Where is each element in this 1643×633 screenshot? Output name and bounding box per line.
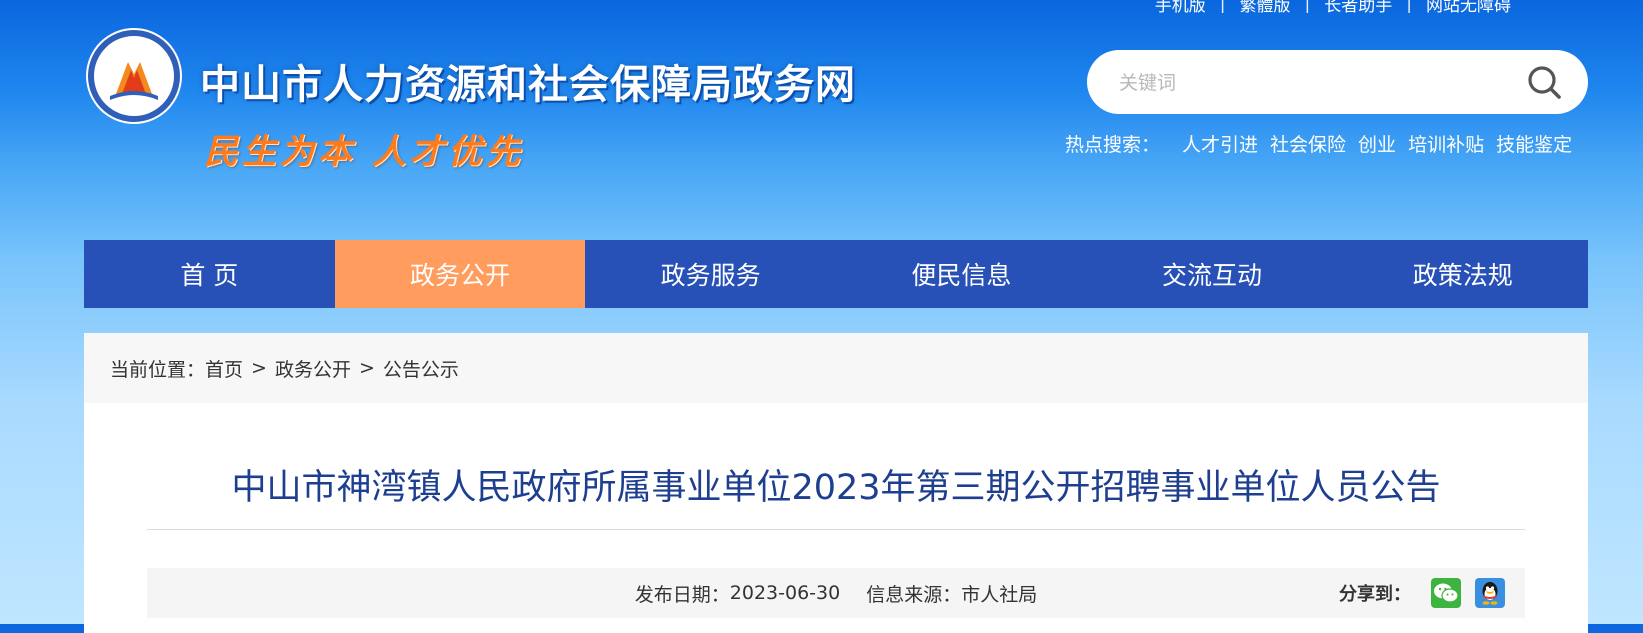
nav-item-gov-services[interactable]: 政务服务 <box>585 240 836 308</box>
site-logo[interactable] <box>84 26 184 126</box>
nav-item-public-info[interactable]: 便民信息 <box>836 240 1087 308</box>
search-input[interactable] <box>1117 50 1501 116</box>
content-panel: 当前位置： 首页 > 政务公开 > 公告公示 中山市神湾镇人民政府所属事业单位2… <box>84 333 1588 633</box>
publish-date-label: 发布日期： <box>634 583 730 606</box>
top-link-separator: | <box>1219 0 1226 14</box>
top-link-accessibility[interactable]: 网站无障碍 <box>1426 0 1511 16</box>
title-divider <box>147 529 1525 530</box>
top-links: 手机版 | 繁體版 | 长者助手 | 网站无障碍 <box>1155 0 1511 16</box>
site-title[interactable]: 中山市人力资源和社会保障局政务网 <box>200 52 856 110</box>
search-box <box>1087 50 1588 116</box>
nav-item-interaction[interactable]: 交流互动 <box>1087 240 1338 308</box>
breadcrumb: 当前位置： 首页 > 政务公开 > 公告公示 <box>84 333 1588 403</box>
breadcrumb-separator: > <box>358 357 375 379</box>
hot-search-item[interactable]: 培训补贴 <box>1408 130 1484 157</box>
hot-search-item[interactable]: 创业 <box>1358 130 1396 157</box>
search-icon[interactable] <box>1526 64 1562 100</box>
article-meta-bar: 发布日期： 2023-06-30 信息来源： 市人社局 分享到： <box>147 568 1525 618</box>
article-meta: 发布日期： 2023-06-30 信息来源： 市人社局 <box>147 568 1525 618</box>
hot-search-label: 热点搜索： <box>1065 134 1161 156</box>
hot-search-item[interactable]: 社会保险 <box>1270 130 1346 157</box>
hot-search-item[interactable]: 人才引进 <box>1182 130 1258 157</box>
article-title: 中山市神湾镇人民政府所属事业单位2023年第三期公开招聘事业单位人员公告 <box>231 468 1441 508</box>
share-wechat-button[interactable] <box>1431 578 1461 608</box>
breadcrumb-gov-affairs-open[interactable]: 政务公开 <box>275 355 351 382</box>
top-link-separator: | <box>1406 0 1412 14</box>
site-slogan: 民生为本 人才优先 <box>204 132 524 172</box>
source-value: 市人社局 <box>961 583 1038 606</box>
hot-search-item[interactable]: 技能鉴定 <box>1496 130 1572 157</box>
hot-search: 热点搜索： 人才引进 社会保险 创业 培训补贴 技能鉴定 <box>1065 130 1572 157</box>
share-label: 分享到： <box>1339 584 1411 605</box>
top-link-traditional[interactable]: 繁體版 <box>1240 0 1291 16</box>
breadcrumb-announcements[interactable]: 公告公示 <box>383 355 459 382</box>
share-bar: 分享到： <box>1339 568 1505 618</box>
breadcrumb-home[interactable]: 首页 <box>205 355 243 382</box>
share-qq-button[interactable] <box>1475 578 1505 608</box>
publish-date: 2023-06-30 <box>729 582 841 604</box>
nav-item-home[interactable]: 首 页 <box>84 240 335 308</box>
qq-penguin-icon <box>1482 582 1498 605</box>
source-label: 信息来源： <box>866 583 962 606</box>
emblem-icon <box>86 28 182 124</box>
nav-item-policy[interactable]: 政策法规 <box>1337 240 1588 308</box>
main-nav: 首 页 政务公开 政务服务 便民信息 交流互动 政策法规 <box>84 240 1588 308</box>
top-link-mobile[interactable]: 手机版 <box>1155 0 1206 16</box>
top-link-elderly[interactable]: 长者助手 <box>1324 0 1392 16</box>
breadcrumb-separator: > <box>251 357 267 379</box>
wechat-icon <box>1434 583 1459 603</box>
nav-item-gov-affairs-open[interactable]: 政务公开 <box>334 240 586 308</box>
breadcrumb-prefix: 当前位置： <box>110 358 206 381</box>
top-link-separator: | <box>1304 0 1311 14</box>
